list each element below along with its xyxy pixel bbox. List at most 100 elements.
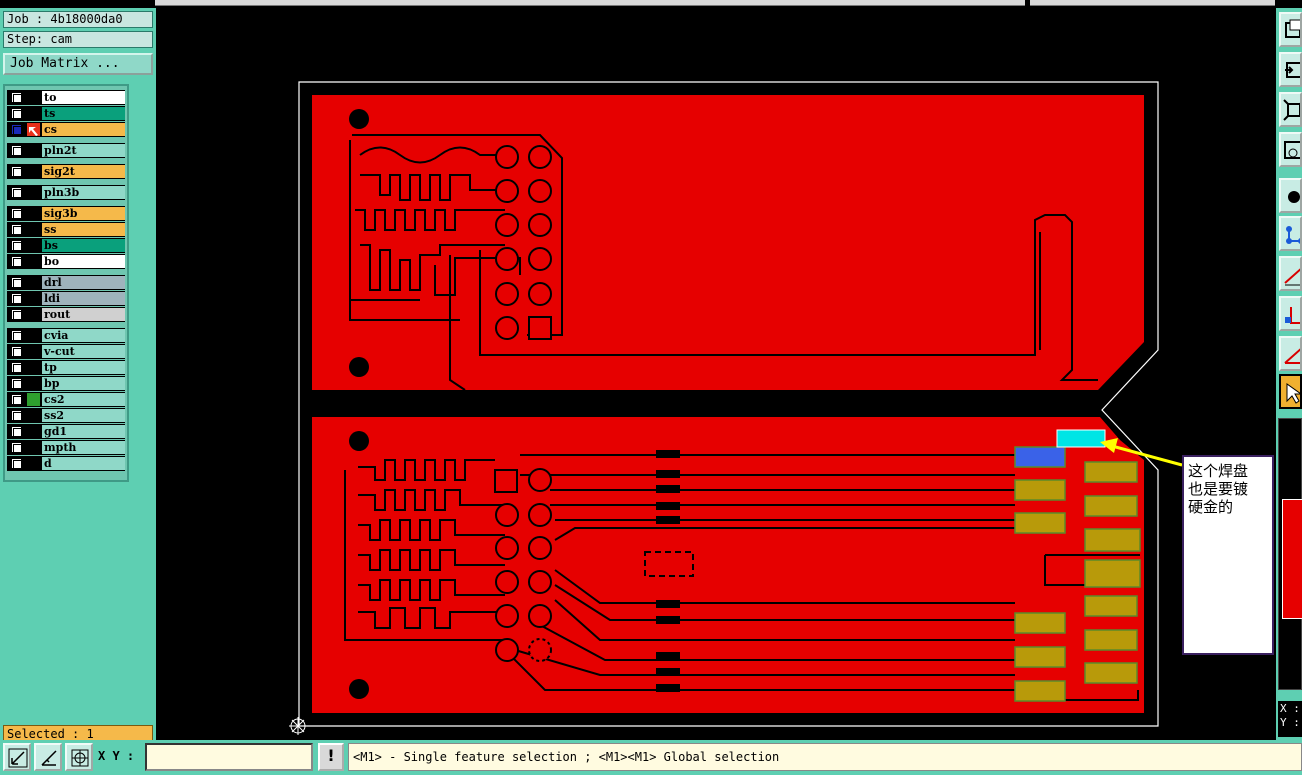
select-point-icon[interactable] <box>1279 178 1302 213</box>
measure-icon[interactable] <box>1279 296 1302 331</box>
pcb-top-panel <box>312 95 1144 391</box>
mini-preview[interactable] <box>1278 418 1302 690</box>
layer-checkbox[interactable] <box>11 309 22 320</box>
xy-readout: X : Y : <box>1278 701 1302 737</box>
layer-name: ss2 <box>42 409 125 422</box>
layer-checkbox[interactable] <box>11 145 22 156</box>
layer-row-tp[interactable]: tp <box>7 360 125 375</box>
layer-row-sig3b[interactable]: sig3b <box>7 206 125 221</box>
snap-icon[interactable] <box>1279 132 1302 167</box>
warning-button[interactable]: ! <box>318 743 344 771</box>
layer-row-to[interactable]: to <box>7 90 125 105</box>
layer-checkbox[interactable] <box>11 362 22 373</box>
layer-checkbox[interactable] <box>11 346 22 357</box>
zoom-window-icon[interactable] <box>1279 12 1302 47</box>
layer-indicator <box>27 165 40 178</box>
layer-checkbox[interactable] <box>11 124 22 135</box>
layer-checkbox[interactable] <box>11 330 22 341</box>
layer-indicator <box>27 441 40 454</box>
layer-indicator <box>27 91 40 104</box>
layer-checkbox[interactable] <box>11 166 22 177</box>
layer-row-rout[interactable]: rout <box>7 307 125 322</box>
layer-row-cs[interactable]: cs <box>7 122 125 137</box>
selected-pad[interactable] <box>1056 429 1106 448</box>
layer-checkbox[interactable] <box>11 293 22 304</box>
angle-icon[interactable] <box>1279 336 1302 371</box>
layer-indicator <box>27 207 40 220</box>
layer-row-ts[interactable]: ts <box>7 106 125 121</box>
layer-name: rout <box>42 308 125 321</box>
grid-button[interactable] <box>65 743 93 771</box>
layer-name: drl <box>42 276 125 289</box>
layer-name: ss <box>42 223 125 236</box>
layer-name: sig3b <box>42 207 125 220</box>
layer-row-d[interactable]: d <box>7 456 125 471</box>
layer-indicator <box>27 239 40 252</box>
layer-row-sig2t[interactable]: sig2t <box>7 164 125 179</box>
layer-checkbox[interactable] <box>11 277 22 288</box>
window-tab-secondary[interactable] <box>1030 0 1275 6</box>
layer-indicator <box>27 292 40 305</box>
origin-marker-icon <box>289 717 307 735</box>
layer-name: cvia <box>42 329 125 342</box>
layer-row-mpth[interactable]: mpth <box>7 440 125 455</box>
layer-row-gd1[interactable]: gd1 <box>7 424 125 439</box>
layer-indicator <box>27 276 40 289</box>
layer-name: tp <box>42 361 125 374</box>
layer-checkbox[interactable] <box>11 426 22 437</box>
layer-row-pln3b[interactable]: pln3b <box>7 185 125 200</box>
layer-checkbox[interactable] <box>11 92 22 103</box>
job-matrix-button[interactable]: Job Matrix ... <box>3 53 153 75</box>
layer-row-ldi[interactable]: ldi <box>7 291 125 306</box>
layer-row-bs[interactable]: bs <box>7 238 125 253</box>
zoom-area-button[interactable] <box>34 743 62 771</box>
step-label: Step: cam <box>3 31 153 48</box>
right-toolbar: X : Y : <box>1276 8 1302 740</box>
layer-checkbox[interactable] <box>11 208 22 219</box>
layer-checkbox[interactable] <box>11 442 22 453</box>
layer-row-ss2[interactable]: ss2 <box>7 408 125 423</box>
status-bar: X Y : ! <M1> - Single feature selection … <box>0 740 1302 775</box>
graphic-canvas[interactable] <box>156 8 1276 740</box>
layer-row-v-cut[interactable]: v-cut <box>7 344 125 359</box>
layer-name: cs2 <box>42 393 125 406</box>
layer-name: mpth <box>42 441 125 454</box>
layer-checkbox[interactable] <box>11 410 22 421</box>
layer-name: sig2t <box>42 165 125 178</box>
left-panel: Job : 4b18000da0 Step: cam Job Matrix ..… <box>0 8 156 744</box>
layer-checkbox[interactable] <box>11 108 22 119</box>
layer-name: bo <box>42 255 125 268</box>
layer-indicator <box>27 255 40 268</box>
layer-row-pln2t[interactable]: pln2t <box>7 143 125 158</box>
layer-checkbox[interactable] <box>11 378 22 389</box>
layer-row-cs2[interactable]: cs2 <box>7 392 125 407</box>
net-icon[interactable] <box>1279 216 1302 251</box>
layer-checkbox[interactable] <box>11 458 22 469</box>
layer-row-bp[interactable]: bp <box>7 376 125 391</box>
layer-name: cs <box>42 123 125 136</box>
window-tab-main[interactable] <box>155 0 1025 6</box>
zoom-fit-icon[interactable] <box>1279 92 1302 127</box>
layer-row-ss[interactable]: ss <box>7 222 125 237</box>
layer-checkbox[interactable] <box>11 224 22 235</box>
layer-row-cvia[interactable]: cvia <box>7 328 125 343</box>
layer-indicator <box>27 223 40 236</box>
layer-name: v-cut <box>42 345 125 358</box>
layer-indicator <box>27 329 40 342</box>
layer-name: d <box>42 457 125 470</box>
layer-checkbox[interactable] <box>11 256 22 267</box>
layer-checkbox[interactable] <box>11 187 22 198</box>
layer-row-bo[interactable]: bo <box>7 254 125 269</box>
fit-view-button[interactable] <box>3 743 31 771</box>
pcb-drawing <box>289 81 1183 735</box>
layer-checkbox[interactable] <box>11 394 22 405</box>
pointer-icon[interactable] <box>1279 374 1302 409</box>
zoom-in-icon[interactable] <box>1279 52 1302 87</box>
line-icon[interactable] <box>1279 256 1302 291</box>
status-hint: <M1> - Single feature selection ; <M1><M… <box>348 743 1302 771</box>
layer-row-drl[interactable]: drl <box>7 275 125 290</box>
layer-checkbox[interactable] <box>11 240 22 251</box>
active-layer-arrow-icon <box>27 123 40 136</box>
xy-input[interactable] <box>145 743 313 771</box>
layer-name: gd1 <box>42 425 125 438</box>
